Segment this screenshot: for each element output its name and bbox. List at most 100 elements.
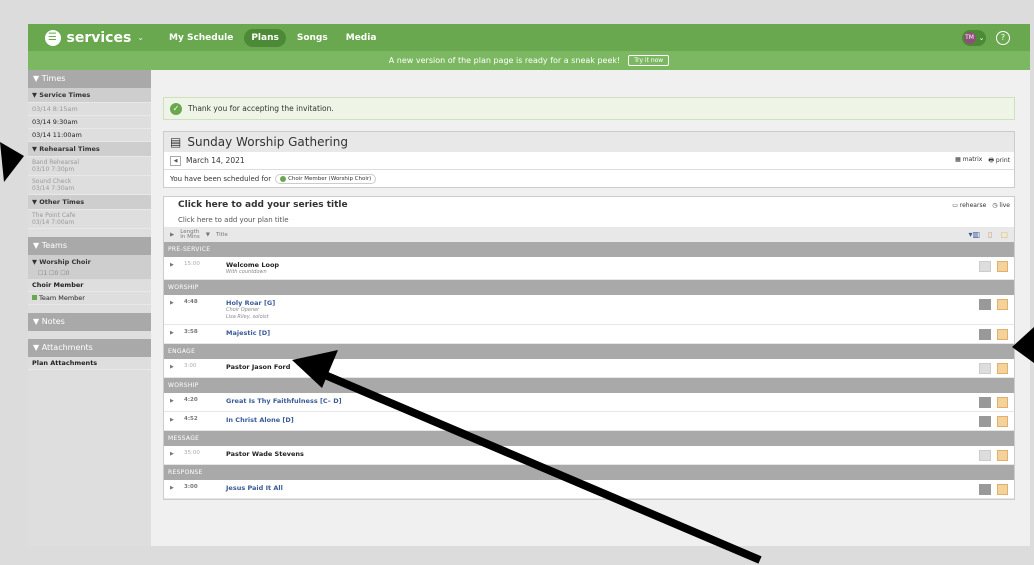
try-it-now-button[interactable]: Try it now <box>628 55 670 66</box>
item-title[interactable]: Welcome Loop <box>226 261 979 269</box>
expand-icon[interactable]: ▶ <box>170 261 184 268</box>
media-icon[interactable] <box>979 397 991 408</box>
matrix-button[interactable]: ▦ matrix <box>955 156 982 166</box>
nav-media[interactable]: Media <box>339 29 384 47</box>
plan-item-row[interactable]: ▶ 3:00 Jesus Paid It All <box>164 480 1014 499</box>
user-menu[interactable]: TM ⌄ <box>962 29 986 46</box>
notes-icon[interactable] <box>997 450 1008 461</box>
other-time-item[interactable]: The Point Cafe 03/14 7:00am <box>28 210 151 229</box>
expand-all-icon[interactable]: ▶ <box>170 232 174 238</box>
plan-item-row[interactable]: ▶ 35:00 Pastor Wade Stevens <box>164 446 1014 465</box>
plan-items-list: PRE-SERVICE ▶ 15:00 Welcome Loop With countd… <box>164 242 1014 499</box>
item-title-cell: Pastor Jason Ford <box>226 363 979 371</box>
service-time[interactable]: 03/14 11:00am <box>28 129 151 142</box>
item-title[interactable]: Holy Roar [G] <box>226 299 979 307</box>
brand-menu[interactable]: ☰ services ⌄ <box>28 29 156 46</box>
plan-title-input[interactable]: Click here to add your plan title <box>178 216 289 224</box>
notes-icon[interactable] <box>997 261 1008 272</box>
print-button[interactable]: 🖶 print <box>988 156 1010 166</box>
pill-label: Choir Member (Worship Choir) <box>288 175 372 182</box>
scheduled-position-pill[interactable]: Choir Member (Worship Choir) <box>275 173 377 184</box>
item-title[interactable]: In Christ Alone [D] <box>226 416 979 424</box>
item-length: 3:00 <box>184 484 198 490</box>
help-icon[interactable]: ? <box>996 30 1010 45</box>
topbar-right: TM ⌄ ? <box>962 29 1010 46</box>
plan-attachments-link[interactable]: Plan Attachments <box>28 357 151 370</box>
item-length: 4:20 <box>184 397 198 403</box>
service-time[interactable]: 03/14 9:30am <box>28 116 151 129</box>
plan-item-row[interactable]: ▶ 3:00 Pastor Jason Ford <box>164 359 1014 378</box>
item-title[interactable]: Great Is Thy Faithfulness [C– D] <box>226 397 979 405</box>
media-icon[interactable] <box>979 450 991 461</box>
plan-item-row[interactable]: ▶ 4:48 Holy Roar [G] Choir Opener Lisa Riley… <box>164 295 1014 325</box>
media-icon[interactable] <box>979 299 991 310</box>
avatar: TM <box>963 31 976 44</box>
plan-date: March 14, 2021 <box>186 156 245 165</box>
rehearsal-item[interactable]: Sound Check 03/14 7:30am <box>28 176 151 195</box>
expand-icon[interactable]: ▶ <box>170 329 184 336</box>
item-title[interactable]: Majestic [D] <box>226 329 979 337</box>
series-title[interactable]: Click here to add your series title <box>178 200 348 210</box>
checkmark-icon: ✓ <box>170 102 182 115</box>
notes-icon[interactable] <box>997 299 1008 310</box>
invitation-notice: ✓ Thank you for accepting the invitation… <box>163 97 1015 120</box>
item-title[interactable]: Pastor Wade Stevens <box>226 450 979 458</box>
expand-icon[interactable]: ▶ <box>170 450 184 457</box>
service-time[interactable]: 03/14 8:15am <box>28 103 151 116</box>
rehearsal-times-header[interactable]: ▼ Rehearsal Times <box>28 142 151 157</box>
notes-icon[interactable] <box>997 484 1008 495</box>
expand-icon[interactable]: ▶ <box>170 484 184 491</box>
nav-songs[interactable]: Songs <box>290 29 335 47</box>
previous-plan-button[interactable]: ◀ <box>170 155 181 166</box>
expand-icon[interactable]: ▶ <box>170 397 184 404</box>
notes-icon[interactable] <box>997 397 1008 408</box>
top-bar: ☰ services ⌄ My Schedule Plans Songs Med… <box>28 24 1030 51</box>
nav-my-schedule[interactable]: My Schedule <box>162 29 240 47</box>
expand-icon[interactable]: ▶ <box>170 363 184 370</box>
nav-plans[interactable]: Plans <box>244 28 286 47</box>
plan-header-box: ▤ Sunday Worship Gathering ◀ March 14, 2… <box>163 131 1015 188</box>
times-header[interactable]: ▼ Times <box>28 70 151 88</box>
plan-item-row[interactable]: ▶ 4:20 Great Is Thy Faithfulness [C– D] <box>164 393 1014 412</box>
other-times-header[interactable]: ▼ Other Times <box>28 195 151 210</box>
item-title[interactable]: Pastor Jason Ford <box>226 363 979 371</box>
rehearsal-name: Sound Check <box>32 178 72 185</box>
team-member-item[interactable]: Team Member <box>28 292 151 305</box>
media-icon[interactable] <box>979 484 991 495</box>
plan-title-bar: ▤ Sunday Worship Gathering <box>164 132 1014 152</box>
item-title[interactable]: Jesus Paid It All <box>226 484 979 492</box>
notice-text: Thank you for accepting the invitation. <box>188 104 334 113</box>
columns-icon[interactable]: ▾▥ <box>968 230 980 239</box>
team-name[interactable]: ▼ Worship Choir <box>28 255 151 269</box>
col-title[interactable]: Title <box>216 232 228 238</box>
rehearsal-time: 03/10 7:30pm <box>32 166 75 173</box>
media-icon[interactable] <box>979 363 991 374</box>
teams-header[interactable]: ▼ Teams <box>28 237 151 255</box>
rehearsal-item[interactable]: Band Rehearsal 03/10 7:30pm <box>28 157 151 176</box>
sidebar: ▼ Times ▼ Service Times 03/14 8:15am 03/… <box>28 70 151 546</box>
notes-icon[interactable] <box>997 363 1008 374</box>
service-times-header[interactable]: ▼ Service Times <box>28 88 151 103</box>
expand-icon[interactable]: ▶ <box>170 299 184 306</box>
media-icon[interactable] <box>979 261 991 272</box>
plan-item-row[interactable]: ▶ 15:00 Welcome Loop With countdown <box>164 257 1014 280</box>
notes-icon[interactable] <box>997 329 1008 340</box>
item-icons <box>979 329 1014 340</box>
rehearse-button[interactable]: ▭ rehearse <box>952 202 986 209</box>
attachments-header[interactable]: ▼ Attachments <box>28 339 151 357</box>
team-position: Choir Member <box>28 279 151 292</box>
plan-item-row[interactable]: ▶ 3:58 Majestic [D] <box>164 325 1014 344</box>
expand-icon[interactable]: ▶ <box>170 416 184 423</box>
col-length[interactable]: Length In Mins <box>180 229 199 240</box>
plan-item-row[interactable]: ▶ 4:52 In Christ Alone [D] <box>164 412 1014 431</box>
media-icon[interactable] <box>979 329 991 340</box>
media-icon[interactable] <box>979 416 991 427</box>
notes-header[interactable]: ▼ Notes <box>28 313 151 331</box>
sort-icon[interactable]: ▼ <box>206 232 210 238</box>
notes-icon[interactable] <box>997 416 1008 427</box>
live-button[interactable]: ◷ live <box>992 202 1010 209</box>
note-icon[interactable]: ▢ <box>1000 230 1008 239</box>
scheduled-row: You have been scheduled for Choir Member… <box>164 170 1014 187</box>
book-icon[interactable]: ▯ <box>988 230 992 239</box>
